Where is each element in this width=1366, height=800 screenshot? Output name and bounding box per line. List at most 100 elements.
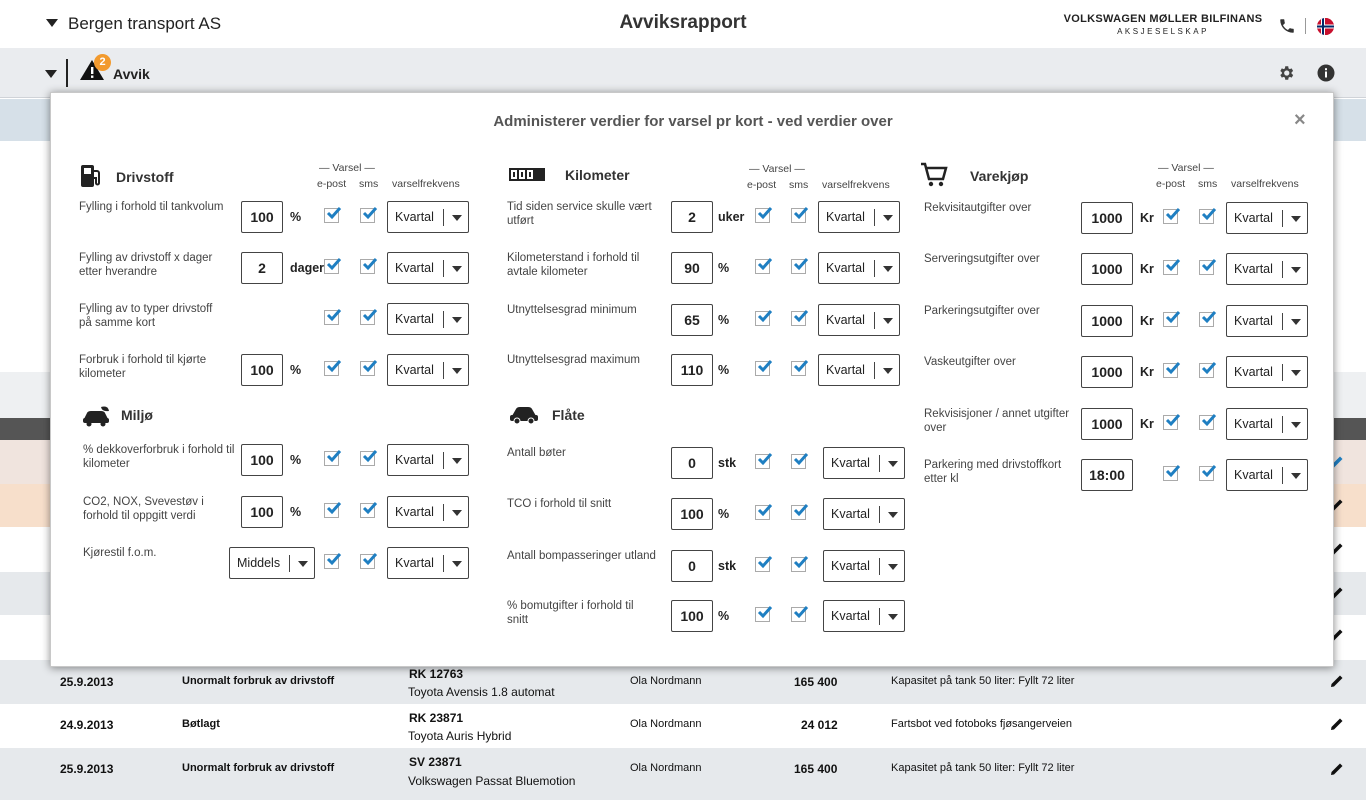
divider [443, 555, 444, 572]
threshold-input[interactable]: 100 [671, 498, 713, 530]
close-icon[interactable]: × [1294, 109, 1306, 132]
frequency-select[interactable]: Kvartal [387, 496, 469, 528]
email-alert-checkbox[interactable] [755, 606, 773, 622]
threshold-input[interactable]: 100 [241, 496, 283, 528]
sms-alert-checkbox[interactable] [360, 553, 378, 569]
sms-alert-checkbox[interactable] [791, 258, 809, 274]
frequency-select[interactable]: Kvartal [1226, 356, 1308, 388]
sms-alert-checkbox[interactable] [1199, 362, 1217, 378]
threshold-input[interactable]: 0 [671, 550, 713, 582]
section-flate-title: Flåte [552, 407, 585, 423]
email-alert-checkbox[interactable] [755, 310, 773, 326]
email-alert-checkbox[interactable] [1163, 311, 1181, 327]
frequency-select[interactable]: Kvartal [823, 600, 905, 632]
frequency-select[interactable]: Kvartal [387, 252, 469, 284]
threshold-input[interactable]: 1000 [1081, 305, 1133, 337]
sms-alert-checkbox[interactable] [360, 502, 378, 518]
frequency-select[interactable]: Kvartal [818, 201, 900, 233]
frequency-select[interactable]: Kvartal [823, 447, 905, 479]
edit-icon[interactable] [1330, 762, 1344, 781]
frequency-select[interactable]: Kvartal [823, 550, 905, 582]
frequency-select[interactable]: Kvartal [1226, 253, 1308, 285]
caret-down-icon[interactable] [45, 70, 57, 78]
threshold-input[interactable]: 18:00 [1081, 459, 1133, 491]
threshold-input[interactable]: 100 [241, 201, 283, 233]
edit-icon[interactable] [1330, 717, 1344, 736]
table-row[interactable] [0, 748, 1366, 800]
sms-alert-checkbox[interactable] [1199, 259, 1217, 275]
email-alert-checkbox[interactable] [755, 453, 773, 469]
email-alert-checkbox[interactable] [324, 207, 342, 223]
sms-alert-checkbox[interactable] [791, 556, 809, 572]
norway-flag-icon[interactable] [1317, 18, 1334, 35]
threshold-input[interactable]: 1000 [1081, 202, 1133, 234]
frequency-select[interactable]: Kvartal [1226, 202, 1308, 234]
email-alert-checkbox[interactable] [755, 556, 773, 572]
info-icon[interactable] [1317, 64, 1335, 87]
frequency-select[interactable]: Kvartal [1226, 408, 1308, 440]
sms-alert-checkbox[interactable] [791, 310, 809, 326]
email-alert-checkbox[interactable] [324, 502, 342, 518]
email-alert-checkbox[interactable] [324, 258, 342, 274]
email-alert-checkbox[interactable] [324, 309, 342, 325]
threshold-input[interactable]: 100 [241, 354, 283, 386]
phone-icon[interactable] [1278, 17, 1296, 40]
threshold-input[interactable]: 90 [671, 252, 713, 284]
email-alert-checkbox[interactable] [324, 553, 342, 569]
frequency-select[interactable]: Kvartal [387, 444, 469, 476]
sms-alert-checkbox[interactable] [360, 450, 378, 466]
frequency-select[interactable]: Kvartal [387, 547, 469, 579]
email-alert-checkbox[interactable] [1163, 465, 1181, 481]
threshold-input[interactable]: 100 [241, 444, 283, 476]
email-alert-checkbox[interactable] [755, 258, 773, 274]
sms-alert-checkbox[interactable] [791, 453, 809, 469]
sms-alert-checkbox[interactable] [360, 207, 378, 223]
edit-icon[interactable] [1330, 674, 1344, 693]
driving-style-select[interactable]: Middels [229, 547, 315, 579]
sms-alert-checkbox[interactable] [1199, 414, 1217, 430]
threshold-input[interactable]: 110 [671, 354, 713, 386]
sms-alert-checkbox[interactable] [791, 360, 809, 376]
threshold-input[interactable]: 1000 [1081, 356, 1133, 388]
sms-alert-checkbox[interactable] [360, 258, 378, 274]
email-alert-checkbox[interactable] [324, 360, 342, 376]
email-alert-checkbox[interactable] [1163, 259, 1181, 275]
frequency-select[interactable]: Kvartal [818, 354, 900, 386]
threshold-input[interactable]: 2 [671, 201, 713, 233]
sms-alert-checkbox[interactable] [791, 504, 809, 520]
email-alert-checkbox[interactable] [1163, 362, 1181, 378]
email-alert-checkbox[interactable] [755, 207, 773, 223]
threshold-input[interactable]: 2 [241, 252, 283, 284]
sms-alert-checkbox[interactable] [360, 309, 378, 325]
email-alert-checkbox[interactable] [1163, 208, 1181, 224]
sms-alert-checkbox[interactable] [360, 360, 378, 376]
threshold-input[interactable]: 65 [671, 304, 713, 336]
frequency-select[interactable]: Kvartal [1226, 305, 1308, 337]
threshold-input[interactable]: 0 [671, 447, 713, 479]
sms-alert-checkbox[interactable] [1199, 465, 1217, 481]
sms-alert-checkbox[interactable] [791, 207, 809, 223]
sms-alert-checkbox[interactable] [1199, 311, 1217, 327]
gear-icon[interactable] [1277, 64, 1295, 87]
select-value: Kvartal [395, 505, 434, 519]
sms-alert-checkbox[interactable] [1199, 208, 1217, 224]
frequency-select[interactable]: Kvartal [387, 201, 469, 233]
frequency-select[interactable]: Kvartal [1226, 459, 1308, 491]
frequency-select[interactable]: Kvartal [818, 304, 900, 336]
frequency-select[interactable]: Kvartal [818, 252, 900, 284]
check-icon [793, 504, 809, 517]
email-alert-checkbox[interactable] [755, 504, 773, 520]
frequency-select[interactable]: Kvartal [387, 354, 469, 386]
email-alert-checkbox[interactable] [755, 360, 773, 376]
threshold-input[interactable]: 1000 [1081, 253, 1133, 285]
sms-alert-checkbox[interactable] [791, 606, 809, 622]
email-alert-checkbox[interactable] [324, 450, 342, 466]
divider [1282, 416, 1283, 433]
frequency-select[interactable]: Kvartal [823, 498, 905, 530]
setting-label: Antall bompasseringer utland [507, 550, 656, 562]
section-miljo-title: Miljø [121, 407, 153, 423]
threshold-input[interactable]: 100 [671, 600, 713, 632]
threshold-input[interactable]: 1000 [1081, 408, 1133, 440]
frequency-select[interactable]: Kvartal [387, 303, 469, 335]
email-alert-checkbox[interactable] [1163, 414, 1181, 430]
